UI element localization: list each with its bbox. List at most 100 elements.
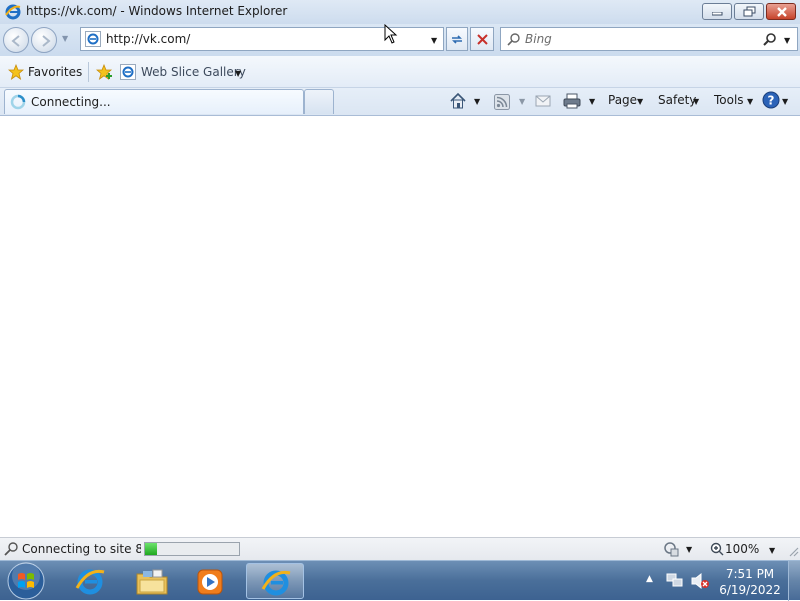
print-dropdown-icon: ▼	[589, 97, 596, 106]
ie-logo-icon	[4, 3, 22, 24]
tab-active[interactable]: Connecting...	[4, 89, 304, 114]
search-options-dropdown[interactable]: ▼	[784, 36, 790, 45]
rss-feed-icon	[494, 94, 510, 110]
search-input[interactable]: Bing	[525, 32, 552, 46]
stop-x-icon	[477, 34, 488, 45]
home-button[interactable]: ▼	[448, 92, 486, 112]
print-button[interactable]: ▼	[562, 92, 600, 112]
safety-menu-label: Safety	[658, 93, 697, 107]
home-dropdown-icon: ▼	[474, 97, 481, 106]
zoom-icon	[710, 542, 724, 556]
zoom-level: 100%	[725, 542, 760, 556]
web-slice-dropdown-icon: ▼	[235, 69, 242, 78]
progress-fill	[145, 543, 158, 555]
page-menu-button[interactable]: Page ▼	[607, 88, 647, 112]
close-button[interactable]	[766, 3, 796, 20]
status-bar: Connecting to site 87.2 ▼ 100% ▼	[0, 537, 800, 560]
restore-icon	[743, 6, 756, 17]
back-arrow-icon	[11, 35, 20, 47]
help-button[interactable]: ? ▼	[762, 91, 796, 113]
progress-bar	[144, 542, 240, 556]
address-input[interactable]: http://vk.com/	[106, 32, 190, 46]
network-icon[interactable]	[665, 572, 685, 590]
safety-menu-dropdown-icon: ▼	[693, 97, 700, 106]
web-slice-ie-icon	[120, 64, 136, 80]
show-desktop-button[interactable]	[788, 561, 800, 601]
address-dropdown-icon[interactable]: ▼	[431, 36, 437, 45]
tab-title: Connecting...	[31, 95, 111, 109]
mail-icon	[535, 95, 551, 107]
start-button[interactable]	[6, 561, 46, 601]
recent-pages-dropdown[interactable]: ▼	[62, 34, 68, 43]
help-dropdown-icon: ▼	[782, 97, 789, 106]
popup-blocker-icon	[664, 542, 679, 557]
protected-mode-dropdown-icon: ▼	[686, 545, 693, 554]
title-bar[interactable]: https://vk.com/ - Windows Internet Explo…	[0, 0, 800, 24]
web-slice-gallery-label: Web Slice Gallery	[141, 65, 246, 79]
favorites-bar: Favorites Web Slice Gallery ▼	[0, 56, 800, 88]
loading-spinner-icon	[10, 94, 26, 110]
page-menu-label: Page	[608, 93, 638, 107]
favorites-button[interactable]: Favorites	[6, 62, 84, 82]
internet-explorer-icon	[261, 570, 291, 596]
favorites-label: Favorites	[28, 65, 83, 79]
feeds-button[interactable]: ▼	[493, 92, 529, 112]
status-text-area: Connecting to site 87.2	[22, 542, 141, 558]
read-mail-button[interactable]	[535, 94, 551, 111]
navigation-bar: ▼ http://vk.com/ ▼ Bing ▼	[0, 24, 800, 56]
taskbar-ie-pinned[interactable]	[62, 563, 118, 599]
search-provider-icon	[507, 33, 520, 46]
window-title: https://vk.com/ - Windows Internet Explo…	[26, 4, 288, 18]
forward-arrow-icon	[42, 35, 51, 47]
taskbar-ie-active[interactable]	[246, 563, 304, 599]
volume-muted-icon[interactable]	[690, 572, 710, 590]
taskbar-media-player-pinned[interactable]	[182, 563, 238, 599]
tools-menu-label: Tools	[714, 93, 744, 107]
taskbar-explorer-pinned[interactable]	[124, 563, 180, 599]
search-box[interactable]: Bing ▼	[500, 27, 798, 51]
back-button[interactable]	[3, 27, 29, 53]
folder-icon	[136, 569, 168, 595]
resize-grip-icon[interactable]	[788, 546, 799, 558]
add-to-favorites-bar-button[interactable]	[95, 63, 114, 83]
zoom-dropdown-icon: ▼	[769, 546, 776, 555]
windows-logo-icon	[7, 562, 45, 600]
taskbar-clock[interactable]: 7:51 PM 6/19/2022	[716, 566, 784, 598]
status-search-icon	[4, 542, 18, 556]
close-icon	[777, 7, 787, 17]
command-bar: Connecting... ▼ ▼ ▼ Page ▼ Safety ▼ Tool…	[0, 88, 800, 116]
status-text: Connecting to site 87.2	[22, 542, 141, 556]
taskbar: ▲ 7:51 PM 6/19/2022	[0, 560, 800, 601]
svg-text:?: ?	[768, 94, 775, 108]
favorites-star-icon	[8, 64, 24, 80]
minimize-button[interactable]	[702, 3, 732, 20]
show-hidden-icons-button[interactable]: ▲	[646, 574, 653, 584]
page-ie-icon	[85, 31, 101, 50]
printer-icon	[563, 93, 581, 109]
safety-menu-button[interactable]: Safety ▼	[657, 88, 703, 112]
page-menu-dropdown-icon: ▼	[637, 97, 644, 106]
protected-mode-button[interactable]: ▼	[660, 540, 698, 558]
favorites-separator	[88, 62, 89, 82]
stop-button[interactable]	[470, 27, 494, 51]
new-tab-button[interactable]	[304, 89, 334, 114]
page-content[interactable]	[0, 116, 800, 537]
home-icon	[450, 92, 466, 109]
minimize-icon	[712, 12, 723, 16]
mouse-cursor-icon	[384, 24, 398, 44]
clock-date: 6/19/2022	[719, 583, 781, 597]
media-player-icon	[197, 569, 223, 595]
clock-time: 7:51 PM	[725, 567, 775, 581]
refresh-arrows-icon	[452, 35, 462, 44]
internet-explorer-icon	[75, 569, 105, 595]
tools-menu-button[interactable]: Tools ▼	[713, 88, 757, 112]
zoom-button[interactable]: 100% ▼	[707, 540, 779, 558]
search-icon[interactable]	[763, 32, 777, 46]
help-icon: ?	[762, 91, 780, 109]
restore-button[interactable]	[734, 3, 764, 20]
forward-button[interactable]	[31, 27, 57, 53]
web-slice-gallery-link[interactable]: Web Slice Gallery ▼	[120, 62, 248, 82]
compatibility-view-button[interactable]	[446, 27, 468, 51]
add-favorite-star-icon	[95, 63, 113, 80]
tools-menu-dropdown-icon: ▼	[747, 97, 754, 106]
